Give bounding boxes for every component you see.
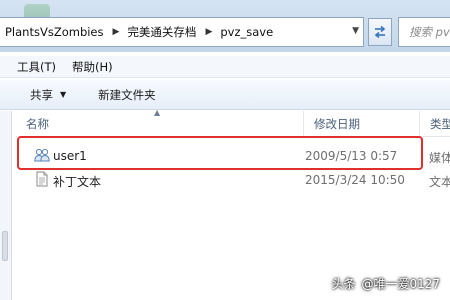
refresh-button[interactable]	[368, 18, 392, 46]
chevron-down-icon[interactable]: ▼	[352, 26, 359, 36]
column-header: ▲ 名称 修改日期 类型	[16, 108, 450, 137]
breadcrumb-plantsvszombies[interactable]: PlantsVsZombies	[0, 25, 110, 39]
file-type: 媒体	[429, 151, 450, 165]
column-name[interactable]: 名称	[16, 111, 303, 137]
breadcrumb-perfect-save[interactable]: 完美通关存档	[122, 24, 202, 40]
column-type[interactable]: 类型	[419, 111, 450, 137]
share-label: 共享	[30, 87, 53, 102]
new-folder-label: 新建文件夹	[98, 87, 156, 102]
breadcrumb-pvz-save[interactable]: pvz_save	[215, 25, 279, 39]
file-date-modified: 2015/3/24 10:50	[305, 173, 405, 187]
search-field[interactable]	[398, 17, 450, 47]
watermark: 头条 @唯一爱0127	[331, 275, 440, 292]
watermark-platform: 头条	[331, 277, 356, 291]
file-name: 补丁文本	[53, 175, 102, 189]
file-row[interactable]: 补丁文本 2015/3/24 10:50 文本	[16, 170, 450, 190]
watermark-author: @唯一爱0127	[361, 277, 440, 291]
users-icon	[34, 148, 50, 162]
new-folder-button[interactable]: 新建文件夹	[98, 87, 156, 103]
file-row[interactable]: user1 2009/5/13 0:57 媒体	[16, 146, 450, 166]
share-button[interactable]: 共享 ▼	[30, 87, 66, 103]
refresh-icon	[374, 25, 386, 39]
file-type: 文本	[429, 175, 450, 189]
column-date-modified[interactable]: 修改日期	[303, 111, 419, 137]
command-toolbar: 共享 ▼ 新建文件夹	[0, 80, 450, 110]
chevron-right-icon[interactable]: ▶	[110, 27, 123, 37]
file-date-modified: 2009/5/13 0:57	[305, 149, 398, 163]
search-input[interactable]	[399, 25, 450, 39]
text-file-icon	[36, 171, 48, 187]
chevron-right-icon[interactable]: ▶	[202, 27, 215, 37]
menu-help[interactable]: 帮助(H)	[66, 59, 123, 75]
address-bar[interactable]: PlantsVsZombies ▶ 完美通关存档 ▶ pvz_save ▼	[0, 17, 364, 47]
nav-scrollbar-thumb[interactable]	[2, 231, 8, 261]
address-row: PlantsVsZombies ▶ 完美通关存档 ▶ pvz_save ▼	[0, 0, 450, 52]
navigation-pane-edge	[0, 111, 12, 300]
chevron-down-icon: ▼	[60, 90, 67, 99]
menu-tools[interactable]: 工具(T)	[0, 59, 66, 75]
menu-bar: 工具(T) 帮助(H)	[0, 56, 450, 78]
file-name: user1	[53, 149, 87, 163]
